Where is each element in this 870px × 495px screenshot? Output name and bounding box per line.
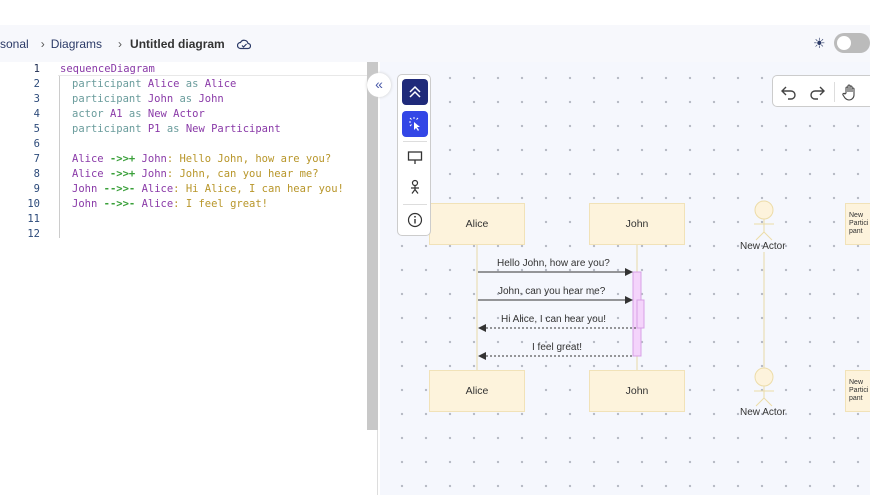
participant-new-bottom[interactable]: New Participant — [845, 370, 870, 412]
participant-new-top[interactable]: New Participant — [845, 203, 870, 245]
divider — [403, 141, 427, 142]
actor-figure-top — [754, 200, 774, 241]
actor-tool-button[interactable] — [402, 174, 428, 200]
double-chevron-up-icon — [409, 85, 421, 98]
hand-pan-icon[interactable] — [841, 83, 859, 101]
collapse-tools-button[interactable] — [402, 79, 428, 105]
divider — [834, 82, 835, 102]
participant-john-bottom[interactable]: John — [589, 370, 685, 412]
info-icon — [407, 212, 423, 228]
actor-icon — [411, 179, 419, 194]
participant-alice-bottom[interactable]: Alice — [429, 370, 525, 412]
participant-tool-button[interactable] — [402, 145, 428, 171]
select-tool-button[interactable] — [402, 111, 428, 137]
actor-label-top: New Actor — [740, 241, 786, 252]
canvas-toolbar — [772, 75, 870, 107]
message-label: I feel great! — [532, 342, 583, 353]
collapse-editor-button[interactable]: « — [367, 73, 391, 97]
undo-icon[interactable] — [780, 83, 798, 101]
message-label: John, can you hear me? — [498, 286, 606, 297]
participant-box-icon — [407, 151, 423, 164]
redo-icon[interactable] — [808, 83, 826, 101]
message-label: Hi Alice, I can hear you! — [501, 314, 607, 325]
actor-label-bottom: New Actor — [740, 407, 786, 418]
info-button[interactable] — [402, 207, 428, 233]
activation-bar — [636, 299, 645, 329]
actor-figure-bottom — [754, 367, 774, 407]
message-label: Hello John, how are you? — [497, 258, 610, 269]
tool-palette — [397, 74, 431, 236]
participant-alice-top[interactable]: Alice — [429, 203, 525, 245]
cursor-click-icon — [409, 117, 420, 131]
divider — [403, 204, 427, 205]
participant-john-top[interactable]: John — [589, 203, 685, 245]
